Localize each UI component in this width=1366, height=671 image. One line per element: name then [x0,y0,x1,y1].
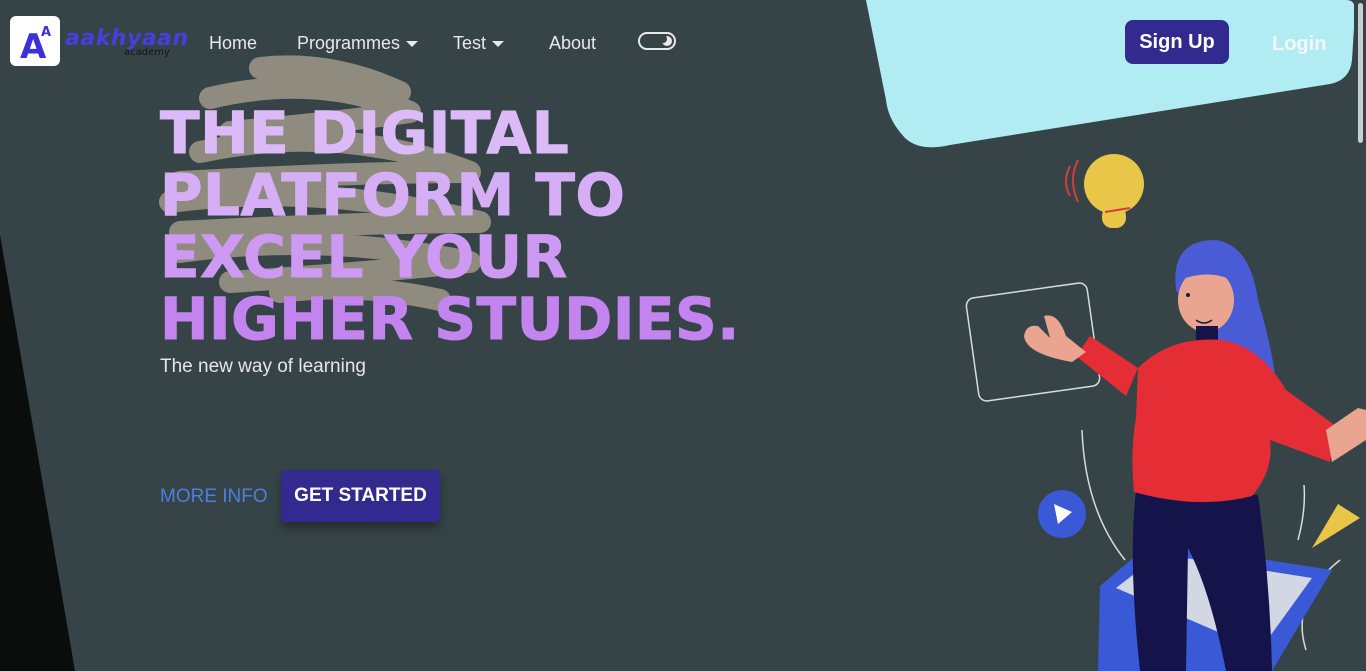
more-info-link[interactable]: MORE INFO [160,486,268,508]
hero-headline-line: THE DIGITAL [160,99,570,167]
nav-test-label: Test [453,33,487,53]
play-icon [1038,490,1086,538]
chevron-down-icon [492,41,505,48]
nav-about[interactable]: About [549,32,596,54]
login-button[interactable]: Login [1272,33,1326,55]
logo-superscript: A [41,25,51,40]
hero-headline: THE DIGITAL PLATFORM TO EXCEL YOUR HIGHE… [160,99,780,353]
hero-headline-line: EXCEL YOUR [160,223,568,291]
brand-logo[interactable]: A A [10,16,60,66]
nav-programmes[interactable]: Programmes [297,32,419,54]
hero-subhead: The new way of learning [160,356,366,377]
logo-letter-icon: A A [20,25,51,66]
nav-programmes-label: Programmes [297,33,401,53]
moon-icon [659,35,672,46]
nav-about-label: About [549,33,597,53]
nav-test[interactable]: Test [453,32,505,54]
dark-mode-toggle[interactable] [638,32,676,50]
chevron-down-icon [406,41,419,48]
hero-headline-line: HIGHER STUDIES. [160,285,740,353]
lightbulb-icon [1065,154,1144,228]
hero-headline-line: PLATFORM TO [160,161,626,229]
student-illustration [965,154,1366,671]
signup-button[interactable]: Sign Up [1125,20,1229,64]
triangle-decoration [1312,504,1360,548]
get-started-button[interactable]: GET STARTED [281,470,440,522]
nav-home-label: Home [209,33,258,53]
nav-home[interactable]: Home [209,32,257,54]
